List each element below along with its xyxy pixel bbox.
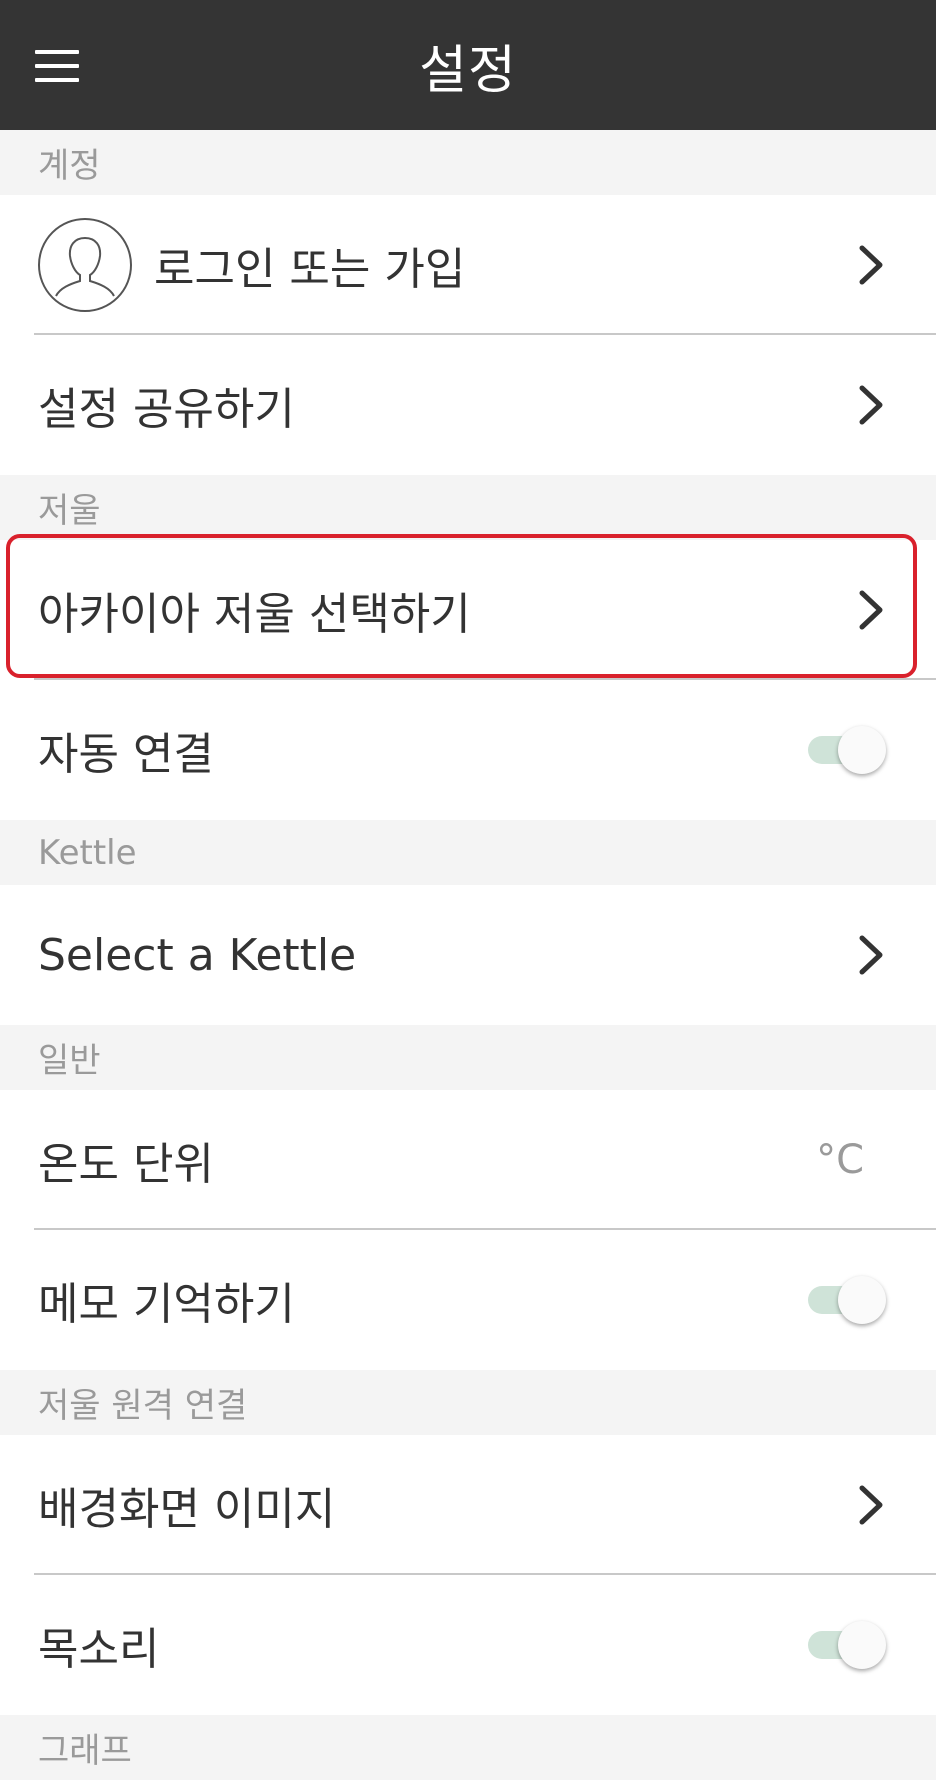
page-title: 설정 <box>419 40 517 101</box>
share-settings-row[interactable]: 설정 공유하기 <box>0 335 936 475</box>
section-header-scale: 저울 <box>0 475 936 540</box>
app-bar: 설정 <box>0 0 936 130</box>
chevron-right-icon <box>859 590 883 630</box>
chevron-right-icon <box>859 1485 883 1525</box>
login-signup-label: 로그인 또는 가입 <box>154 244 466 295</box>
section-header-graph: 그래프 <box>0 1715 936 1780</box>
chevron-right-icon <box>859 935 883 975</box>
temperature-unit-label: 온도 단위 <box>38 1139 214 1190</box>
section-header-general: 일반 <box>0 1025 936 1090</box>
remember-memo-row: 메모 기억하기 <box>0 1230 936 1370</box>
section-header-account: 계정 <box>0 130 936 195</box>
temperature-unit-value: °C <box>816 1137 864 1183</box>
chevron-right-icon <box>859 385 883 425</box>
hamburger-menu-icon[interactable] <box>35 50 79 82</box>
remember-memo-label: 메모 기억하기 <box>38 1279 295 1330</box>
auto-connect-toggle[interactable] <box>808 726 886 774</box>
avatar-icon <box>38 218 132 312</box>
login-signup-row[interactable]: 로그인 또는 가입 <box>0 195 936 335</box>
auto-connect-row: 자동 연결 <box>0 680 936 820</box>
select-acaia-scale-row[interactable]: 아카이아 저울 선택하기 <box>0 540 936 680</box>
section-header-remote: 저울 원격 연결 <box>0 1370 936 1435</box>
chevron-right-icon <box>859 245 883 285</box>
voice-row: 목소리 <box>0 1575 936 1715</box>
select-kettle-label: Select a Kettle <box>38 929 357 981</box>
wallpaper-image-row[interactable]: 배경화면 이미지 <box>0 1435 936 1575</box>
remember-memo-toggle[interactable] <box>808 1276 886 1324</box>
auto-connect-label: 자동 연결 <box>38 729 214 780</box>
temperature-unit-row[interactable]: 온도 단위 °C <box>0 1090 936 1230</box>
select-kettle-row[interactable]: Select a Kettle <box>0 885 936 1025</box>
voice-label: 목소리 <box>38 1624 160 1675</box>
wallpaper-image-label: 배경화면 이미지 <box>38 1484 336 1535</box>
voice-toggle[interactable] <box>808 1621 886 1669</box>
section-header-kettle: Kettle <box>0 820 936 885</box>
select-acaia-scale-label: 아카이아 저울 선택하기 <box>38 589 471 640</box>
share-settings-label: 설정 공유하기 <box>38 384 295 435</box>
